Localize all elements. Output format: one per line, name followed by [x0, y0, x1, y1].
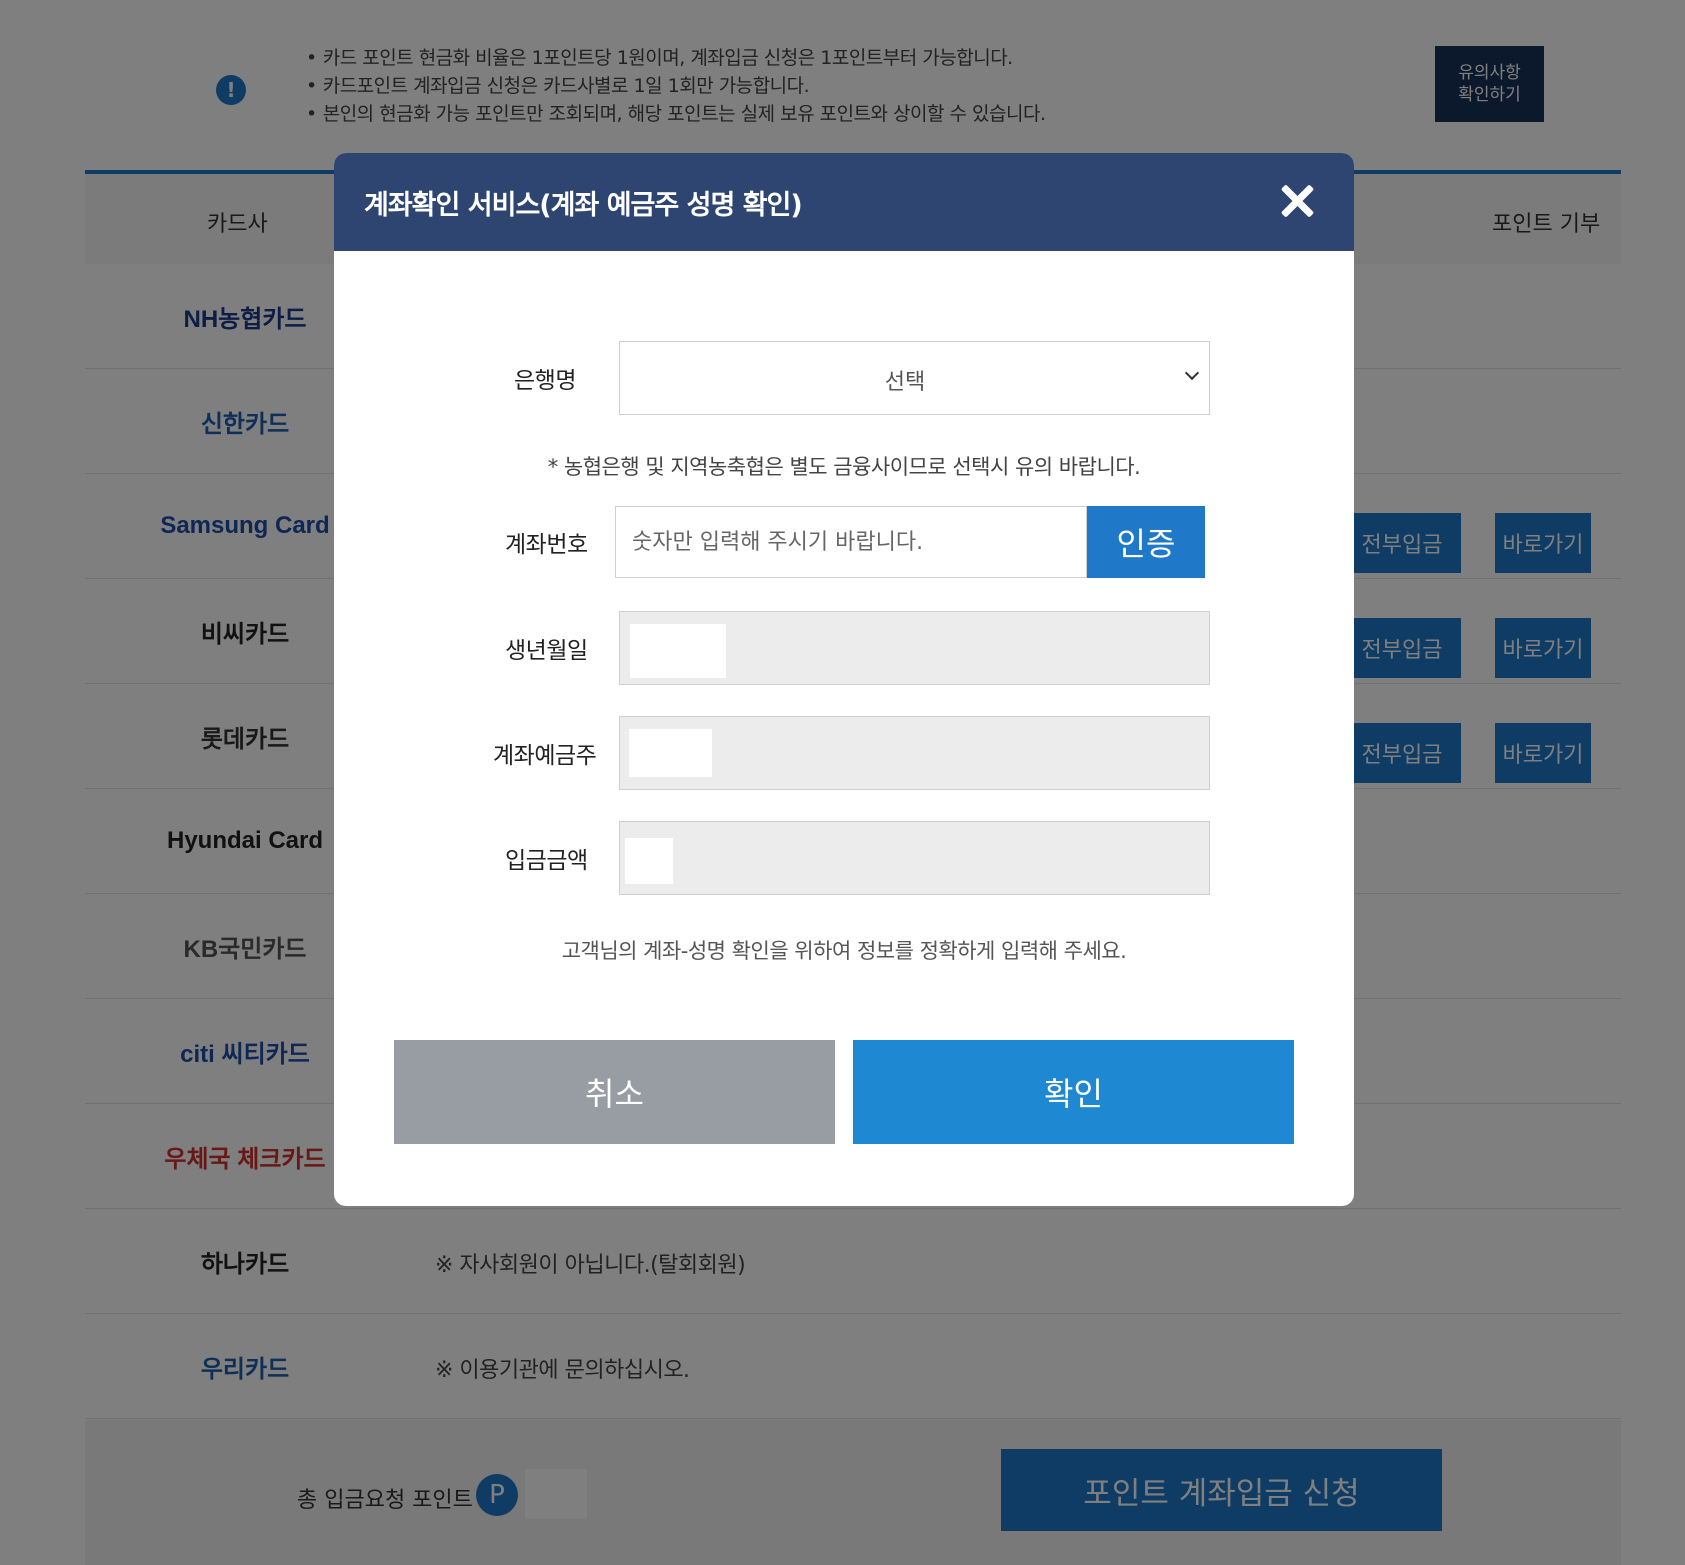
account-holder-label: 계좌예금주	[493, 743, 597, 769]
bank-note: * 농협은행 및 지역농축협은 별도 금융사이므로 선택시 유의 바랍니다.	[547, 455, 1141, 479]
deposit-amount-label: 입금금액	[505, 848, 588, 874]
modal-header: 계좌확인 서비스(계좌 예금주 성명 확인)	[334, 153, 1354, 251]
bank-label: 은행명	[514, 368, 576, 394]
birthdate-field[interactable]	[619, 611, 1210, 685]
account-number-label: 계좌번호	[505, 532, 588, 558]
account-verify-modal: 계좌확인 서비스(계좌 예금주 성명 확인) 은행명 선택 * 농협은행 및 지…	[334, 153, 1354, 1206]
account-holder-field[interactable]	[619, 716, 1210, 790]
confirm-button[interactable]: 확인	[853, 1040, 1294, 1144]
auth-button[interactable]: 인증	[1087, 506, 1205, 578]
birthdate-value	[630, 624, 726, 678]
modal-title: 계좌확인 서비스(계좌 예금주 성명 확인)	[364, 190, 803, 221]
deposit-amount-value	[625, 838, 673, 884]
helper-text: 고객님의 계좌-성명 확인을 위하여 정보를 정확하게 입력해 주세요.	[561, 939, 1127, 963]
birthdate-label: 생년월일	[505, 638, 588, 664]
close-icon[interactable]	[1279, 183, 1315, 219]
account-number-input[interactable]	[615, 506, 1087, 578]
bank-select-value: 선택	[884, 370, 926, 395]
cancel-button[interactable]: 취소	[394, 1040, 835, 1144]
account-holder-value	[629, 729, 712, 777]
bank-select[interactable]: 선택	[619, 341, 1210, 415]
deposit-amount-field[interactable]	[619, 821, 1210, 895]
